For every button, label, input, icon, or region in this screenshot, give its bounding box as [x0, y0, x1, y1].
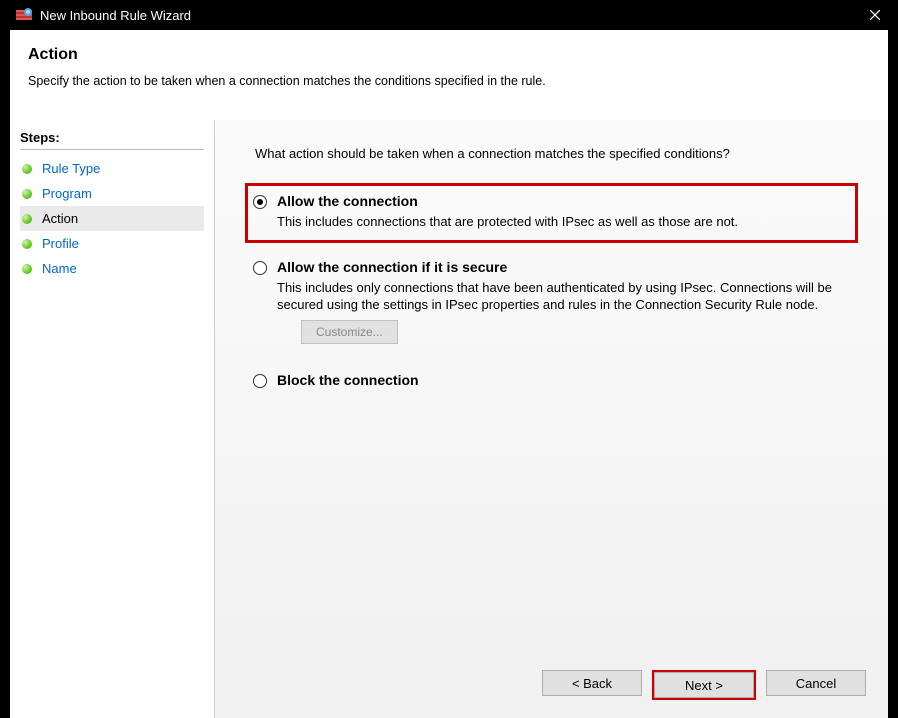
customize-button: Customize... — [301, 320, 398, 344]
step-dot-icon — [22, 189, 32, 199]
steps-heading: Steps: — [20, 126, 204, 150]
next-highlight: Next > — [652, 670, 756, 700]
radio-block[interactable] — [253, 374, 267, 388]
option-allow-secure[interactable]: Allow the connection if it is secure Thi… — [245, 249, 858, 356]
main-pane: What action should be taken when a conne… — [215, 120, 888, 718]
radio-allow[interactable] — [253, 195, 267, 209]
content-area: Action Specify the action to be taken wh… — [10, 30, 888, 718]
step-dot-icon — [22, 214, 32, 224]
option-title: Block the connection — [277, 372, 848, 388]
option-block[interactable]: Block the connection — [245, 362, 858, 404]
title-bar: New Inbound Rule Wizard — [10, 0, 898, 30]
next-button[interactable]: Next > — [654, 672, 754, 698]
step-dot-icon — [22, 239, 32, 249]
step-action[interactable]: Action — [20, 206, 204, 231]
step-rule-type[interactable]: Rule Type — [20, 156, 204, 181]
page-title: Action — [28, 46, 870, 64]
option-desc: This includes only connections that have… — [277, 279, 837, 314]
option-content: Allow the connection This includes conne… — [277, 193, 848, 231]
step-label: Rule Type — [42, 161, 100, 176]
option-allow[interactable]: Allow the connection This includes conne… — [245, 183, 858, 243]
close-button[interactable] — [852, 0, 898, 30]
step-dot-icon — [22, 164, 32, 174]
step-label: Program — [42, 186, 92, 201]
body: Steps: Rule Type Program Action Profile — [10, 120, 888, 718]
question-text: What action should be taken when a conne… — [255, 146, 858, 161]
window-left-edge — [0, 0, 10, 718]
steps-sidebar: Steps: Rule Type Program Action Profile — [10, 120, 215, 718]
radio-allow-secure[interactable] — [253, 261, 267, 275]
footer-buttons: < Back Next > Cancel — [542, 670, 866, 700]
step-program[interactable]: Program — [20, 181, 204, 206]
step-name[interactable]: Name — [20, 256, 204, 281]
option-content: Block the connection — [277, 372, 848, 392]
step-label: Profile — [42, 236, 79, 251]
step-label: Action — [42, 211, 78, 226]
wizard-window: New Inbound Rule Wizard Action Specify t… — [0, 0, 898, 718]
option-title: Allow the connection if it is secure — [277, 259, 848, 275]
option-desc: This includes connections that are prote… — [277, 213, 837, 231]
cancel-button[interactable]: Cancel — [766, 670, 866, 696]
option-title: Allow the connection — [277, 193, 848, 209]
back-button[interactable]: < Back — [542, 670, 642, 696]
option-content: Allow the connection if it is secure Thi… — [277, 259, 848, 344]
page-header: Action Specify the action to be taken wh… — [10, 30, 888, 102]
window-title: New Inbound Rule Wizard — [40, 8, 852, 23]
firewall-icon — [16, 7, 32, 23]
step-label: Name — [42, 261, 77, 276]
page-subtitle: Specify the action to be taken when a co… — [28, 74, 870, 88]
step-dot-icon — [22, 264, 32, 274]
step-profile[interactable]: Profile — [20, 231, 204, 256]
